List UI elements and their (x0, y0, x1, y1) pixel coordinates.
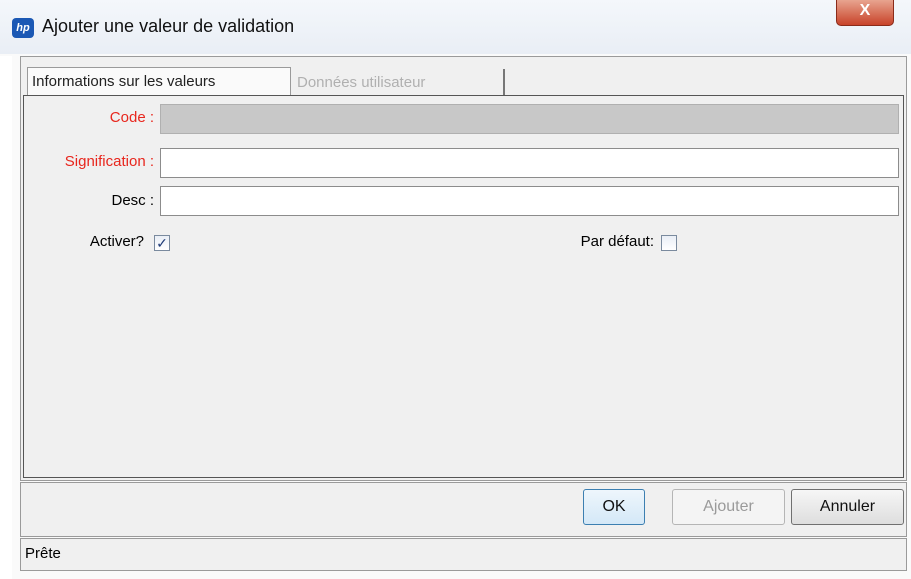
par-defaut-checkbox[interactable] (661, 235, 677, 251)
code-label: Code : (109, 109, 154, 126)
signification-field[interactable] (160, 148, 899, 178)
dialog-window: hp Ajouter une valeur de validation X In… (0, 0, 911, 579)
close-icon: X (859, 2, 871, 19)
tab-informations-valeurs[interactable]: Informations sur les valeurs (27, 67, 291, 95)
title-bar: hp Ajouter une valeur de validation X (0, 0, 911, 54)
signification-label: Signification : (64, 153, 154, 170)
ok-button[interactable]: OK (583, 489, 645, 525)
annuler-button[interactable]: Annuler (791, 489, 904, 525)
activer-label: Activer? (89, 233, 144, 250)
status-bar: Prête (20, 538, 907, 571)
hp-logo-icon: hp (12, 18, 34, 38)
left-border-strip (0, 56, 12, 579)
ajouter-button[interactable]: Ajouter (672, 489, 785, 525)
tab-donnees-utilisateur[interactable]: Données utilisateur (293, 69, 505, 97)
desc-field[interactable] (160, 186, 899, 216)
activer-checkbox[interactable]: ✓ (154, 235, 170, 251)
status-text: Prête (25, 545, 61, 562)
button-bar: OK Ajouter Annuler (20, 482, 907, 537)
tab-panel: Informations sur les valeurs Données uti… (20, 56, 907, 481)
form-area: Code : Signification : Desc : Activer? ✓… (23, 95, 904, 478)
close-button[interactable]: X (836, 0, 894, 26)
desc-label: Desc : (111, 192, 154, 209)
code-field (160, 104, 899, 134)
par-defaut-label: Par défaut: (580, 233, 654, 250)
window-title: Ajouter une valeur de validation (42, 16, 295, 36)
